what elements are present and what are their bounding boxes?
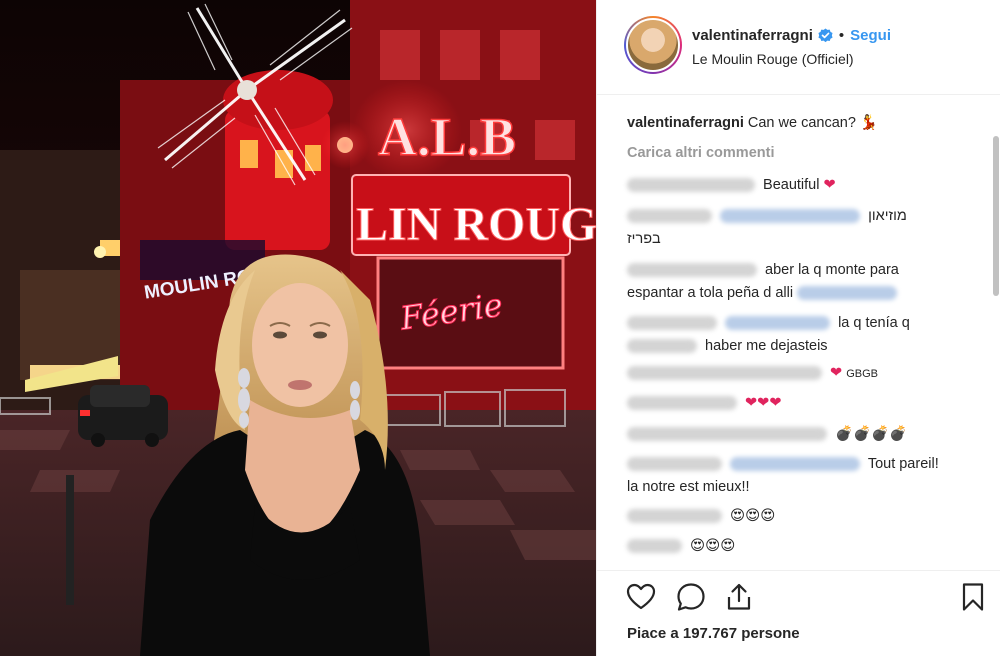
- separator-dot: •: [838, 27, 845, 44]
- caption: valentinaferragni Can we cancan? 💃: [627, 112, 957, 135]
- comment-text-line2: בפריז: [627, 231, 661, 247]
- follow-button[interactable]: Segui: [850, 27, 891, 44]
- comment-text: Tout pareil!: [867, 456, 939, 472]
- comment-text-line2: la notre est mieux!!: [627, 479, 750, 495]
- heart-emoji: ❤: [830, 365, 843, 381]
- share-arrow-icon[interactable]: [723, 581, 755, 613]
- blurred-username: [627, 366, 822, 381]
- comments-list: valentinaferragni Can we cancan? 💃 Caric…: [597, 96, 1000, 569]
- post-header: valentinaferragni • Segui Le Moulin Roug…: [597, 0, 1000, 95]
- blurred-username: [627, 316, 717, 331]
- list-item: la q tenía q haber me dejasteis: [627, 312, 957, 358]
- sign-alb: A.L.B: [378, 107, 516, 167]
- post-username[interactable]: valentinaferragni: [692, 27, 813, 44]
- avatar[interactable]: [624, 16, 682, 74]
- likes-count[interactable]: Piace a 197.767 persone: [627, 625, 800, 642]
- blurred-mention: [725, 316, 831, 331]
- dancer-emoji: 💃: [859, 115, 878, 131]
- comments-scrollbar[interactable]: [993, 96, 999, 569]
- comment-text: la q tenía q: [838, 315, 910, 331]
- blurred-username: [627, 178, 755, 193]
- heart-eyes-emoji: 😍😍😍: [690, 538, 736, 554]
- blurred-mention: [797, 286, 898, 301]
- sign-moulin-rouge-big: LIN ROUGE: [356, 198, 596, 251]
- list-item: ❤❤❤: [627, 392, 957, 415]
- comment-text: Beautiful: [763, 177, 820, 193]
- heart-outline-icon[interactable]: [625, 581, 657, 613]
- list-item: Tout pareil! la notre est mieux!!: [627, 453, 957, 499]
- comment-bubble-icon[interactable]: [675, 581, 707, 613]
- verified-badge-icon: [818, 28, 833, 43]
- blurred-text: [627, 339, 697, 354]
- blurred-username: [627, 457, 722, 472]
- caption-text: Can we cancan?: [747, 115, 856, 131]
- load-more-comments-button[interactable]: Carica altri commenti: [627, 145, 774, 161]
- comment-text-line2: haber me dejasteis: [705, 338, 828, 354]
- blurred-username: [627, 396, 737, 411]
- blurred-username: [627, 263, 757, 278]
- blurred-username: [627, 209, 712, 224]
- caption-username[interactable]: valentinaferragni: [627, 115, 744, 131]
- hearts-emoji: ❤❤❤: [745, 395, 782, 411]
- list-item: מוזיאון בפריז: [627, 205, 957, 251]
- comment-text: aber la q monte para: [765, 262, 899, 278]
- blurred-username: [627, 539, 682, 554]
- blurred-mention: [730, 457, 861, 472]
- comment-text: GBGB: [846, 368, 879, 380]
- bookmark-icon[interactable]: [957, 581, 989, 613]
- heart-emoji: ❤: [823, 177, 836, 193]
- comment-text: מוזיאון: [868, 208, 907, 224]
- comment-text-line2: espantar a tola peña d alli: [627, 285, 794, 301]
- scrollbar-thumb[interactable]: [993, 136, 999, 296]
- blurred-username: [627, 509, 722, 524]
- list-item: 😍😍😍: [627, 535, 957, 558]
- user-line: valentinaferragni • Segui: [692, 27, 891, 44]
- post-photo[interactable]: A.L.B DU LIN ROUGE MOULIN ROUGE Féerie: [0, 0, 596, 656]
- list-item: Beautiful ❤: [627, 174, 957, 197]
- post-location[interactable]: Le Moulin Rouge (Officiel): [692, 51, 854, 67]
- post-details-panel: valentinaferragni • Segui Le Moulin Roug…: [596, 0, 1000, 656]
- avatar-image: [626, 18, 680, 72]
- bomb-emoji: 💣💣💣💣: [835, 426, 908, 442]
- heart-eyes-emoji: 😍😍😍: [730, 508, 776, 524]
- moulin-rouge-photo: A.L.B DU LIN ROUGE MOULIN ROUGE Féerie: [0, 0, 596, 656]
- action-bar: Piace a 197.767 persone: [597, 570, 1000, 656]
- blurred-mention: [720, 209, 861, 224]
- list-item: 😍😍😍: [627, 505, 957, 528]
- list-item: ❤ GBGB: [627, 362, 957, 386]
- list-item: 💣💣💣💣: [627, 423, 957, 446]
- blurred-username: [627, 427, 827, 442]
- list-item: aber la q monte para espantar a tola peñ…: [627, 259, 957, 305]
